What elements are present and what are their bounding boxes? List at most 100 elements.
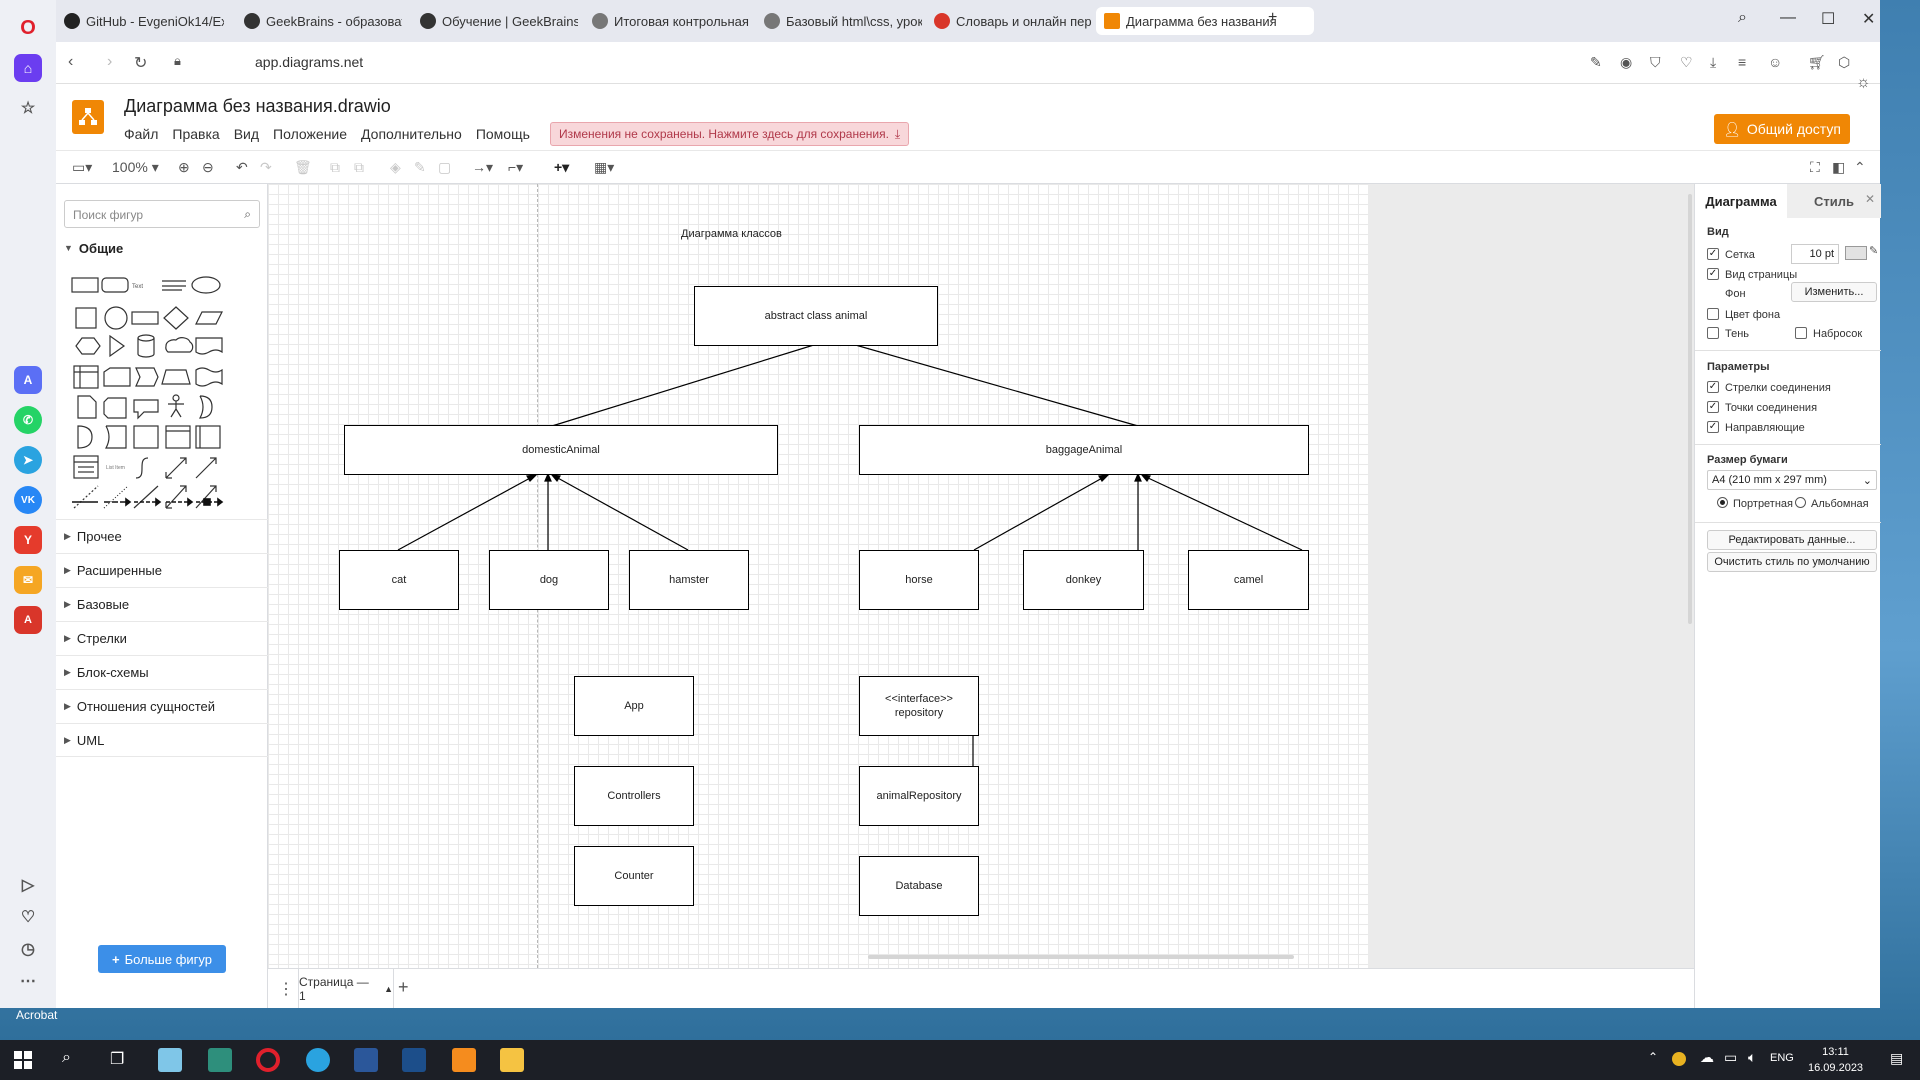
minimize-icon[interactable]: — <box>1780 9 1796 27</box>
node-interface-repository[interactable]: <<interface>> repository <box>859 676 979 736</box>
node-counter[interactable]: Counter <box>574 846 694 906</box>
vertical-scrollbar[interactable] <box>1688 194 1692 624</box>
node-animal-repository[interactable]: animalRepository <box>859 766 979 826</box>
section-flowchart[interactable]: ▶ Блок-схемы <box>56 655 268 689</box>
section-entity-relation[interactable]: ▶ Отношения сущностей <box>56 689 268 723</box>
to-back-icon[interactable]: ⧉ <box>354 159 364 176</box>
opera-logo-icon[interactable]: O <box>14 14 42 42</box>
aria-icon[interactable]: A <box>14 366 42 394</box>
waypoints-icon[interactable]: ⌐▾ <box>508 159 523 176</box>
section-uml[interactable]: ▶ UML <box>56 723 268 757</box>
share-button[interactable]: 👤︎ Общий доступ <box>1714 114 1850 144</box>
node-dog[interactable]: dog <box>489 550 609 610</box>
node-hamster[interactable]: hamster <box>629 550 749 610</box>
section-arrows[interactable]: ▶ Стрелки <box>56 621 268 655</box>
portrait-radio[interactable] <box>1717 497 1728 508</box>
mail-icon[interactable]: ✉ <box>14 566 42 594</box>
windows-start-icon[interactable] <box>14 1051 32 1069</box>
node-camel[interactable]: camel <box>1188 550 1309 610</box>
search-tabs-icon[interactable]: ⌕ <box>1738 9 1747 27</box>
sketch-checkbox[interactable] <box>1795 327 1807 339</box>
grid-size-input[interactable]: 10 pt <box>1791 244 1839 264</box>
section-general[interactable]: ▼ Общие <box>56 231 268 265</box>
tab-html-css[interactable]: Базовый html\css, урок 5 <box>756 7 922 35</box>
whatsapp-icon[interactable]: ✆ <box>14 406 42 434</box>
file-explorer-icon[interactable] <box>500 1048 524 1072</box>
horizontal-scrollbar[interactable] <box>868 955 1294 959</box>
tab-dictionary[interactable]: Словарь и онлайн перев <box>926 7 1092 35</box>
diagram-canvas[interactable]: Диаграмма классов abstract class animal … <box>268 184 1694 968</box>
to-front-icon[interactable]: ⧉ <box>330 159 340 176</box>
general-shapes-grid[interactable]: Text List Item <box>70 268 256 518</box>
telegram-icon[interactable]: ➤ <box>14 446 42 474</box>
new-tab-icon[interactable]: + <box>1268 9 1277 27</box>
more-icon[interactable]: ⋯ <box>14 967 42 995</box>
tray-display-icon[interactable]: ▭ <box>1724 1049 1737 1066</box>
node-cat[interactable]: cat <box>339 550 459 610</box>
paper-size-select[interactable]: A4 (210 mm x 297 mm) ⌄ <box>1707 470 1877 490</box>
word-icon[interactable] <box>354 1048 378 1072</box>
vk-icon[interactable]: VK <box>14 486 42 514</box>
landscape-radio[interactable] <box>1795 497 1806 508</box>
intellij-icon[interactable] <box>452 1048 476 1072</box>
page-tab[interactable]: Страница — 1 ▲ <box>298 969 394 1008</box>
unsaved-changes-notice[interactable]: Изменения не сохранены. Нажмите здесь дл… <box>550 122 910 146</box>
player-icon[interactable]: ▷ <box>14 871 42 899</box>
opera-icon[interactable] <box>256 1048 280 1072</box>
close-panel-icon[interactable]: ✕ <box>1865 192 1875 206</box>
tab-diagram[interactable]: Диаграмма <box>1695 184 1787 218</box>
section-advanced[interactable]: ▶ Расширенные <box>56 553 268 587</box>
star-icon[interactable]: ☆ <box>14 94 42 122</box>
section-misc[interactable]: ▶ Прочее <box>56 519 268 553</box>
menu-extras[interactable]: Дополнительно <box>361 126 462 142</box>
grid-checkbox[interactable]: ✓ <box>1707 248 1719 260</box>
telegram-icon[interactable] <box>306 1048 330 1072</box>
node-donkey[interactable]: donkey <box>1023 550 1144 610</box>
cart-icon[interactable]: 🛒︎ <box>1808 54 1826 71</box>
tab-final-test[interactable]: Итоговая контрольная р <box>584 7 750 35</box>
menu-file[interactable]: Файл <box>124 126 158 142</box>
clock[interactable]: 13:11 16.09.2023 <box>1808 1044 1863 1076</box>
heart-icon[interactable]: ♡ <box>14 903 42 931</box>
menu-edit[interactable]: Правка <box>172 126 219 142</box>
heart-icon[interactable]: ♡ <box>1680 54 1693 71</box>
connection-arrows-checkbox[interactable]: ✓ <box>1707 381 1719 393</box>
document-title[interactable]: Диаграмма без названия.drawio <box>124 96 391 117</box>
camera-icon[interactable]: ◉ <box>1620 54 1632 71</box>
download-icon[interactable]: ⤓ <box>1710 54 1716 71</box>
delete-icon[interactable]: 🗑︎ <box>294 159 312 176</box>
node-abstract-animal[interactable]: abstract class animal <box>694 286 938 346</box>
line-color-icon[interactable]: ✎ <box>414 159 426 176</box>
diagram-title[interactable]: Диаграмма классов <box>681 228 782 240</box>
connection-icon[interactable]: →▾ <box>472 159 493 176</box>
format-panel-icon[interactable]: ◧ <box>1832 159 1845 176</box>
connector-shapes-row[interactable] <box>70 496 256 508</box>
tab-github[interactable]: GitHub - EvgeniOk14/Exc <box>56 7 224 35</box>
fullscreen-icon[interactable]: ⛶ <box>1810 159 1820 176</box>
more-shapes-button[interactable]: + Больше фигур <box>98 945 226 973</box>
shield-icon[interactable]: ⛉ <box>1650 54 1661 71</box>
desktop-acrobat-label[interactable]: Acrobat <box>16 1008 57 1022</box>
panels-icon[interactable]: ▭▾ <box>72 159 92 176</box>
node-app[interactable]: App <box>574 676 694 736</box>
add-page-icon[interactable]: + <box>398 977 409 998</box>
shadow-icon[interactable]: ▢ <box>438 159 451 176</box>
bg-color-checkbox[interactable] <box>1707 308 1719 320</box>
tab-geekbrains[interactable]: GeekBrains - образовате <box>236 7 402 35</box>
fill-color-icon[interactable]: ◈ <box>390 159 401 176</box>
home-icon[interactable]: ⌂ <box>14 54 42 82</box>
zoom-out-icon[interactable]: ⊖ <box>202 159 214 176</box>
redo-icon[interactable]: ↷ <box>260 159 272 176</box>
tray-chevron-icon[interactable]: ⌃ <box>1648 1050 1658 1064</box>
tray-volume-icon[interactable]: 🔈︎ <box>1748 1049 1756 1066</box>
menu-arrange[interactable]: Положение <box>273 126 347 142</box>
undo-icon[interactable]: ↶ <box>236 159 248 176</box>
node-domestic-animal[interactable]: domesticAnimal <box>344 425 778 475</box>
clear-default-style-button[interactable]: Очистить стиль по умолчанию <box>1707 552 1877 572</box>
shape-search-input[interactable]: Поиск фигур ⌕ <box>64 200 260 228</box>
easy-setup-icon[interactable]: ≡ <box>1738 54 1746 70</box>
close-window-icon[interactable]: ✕ <box>1862 9 1875 29</box>
tab-learning[interactable]: Обучение | GeekBrains - <box>412 7 578 35</box>
maximize-icon[interactable]: ☐ <box>1821 9 1835 29</box>
menu-view[interactable]: Вид <box>234 126 259 142</box>
